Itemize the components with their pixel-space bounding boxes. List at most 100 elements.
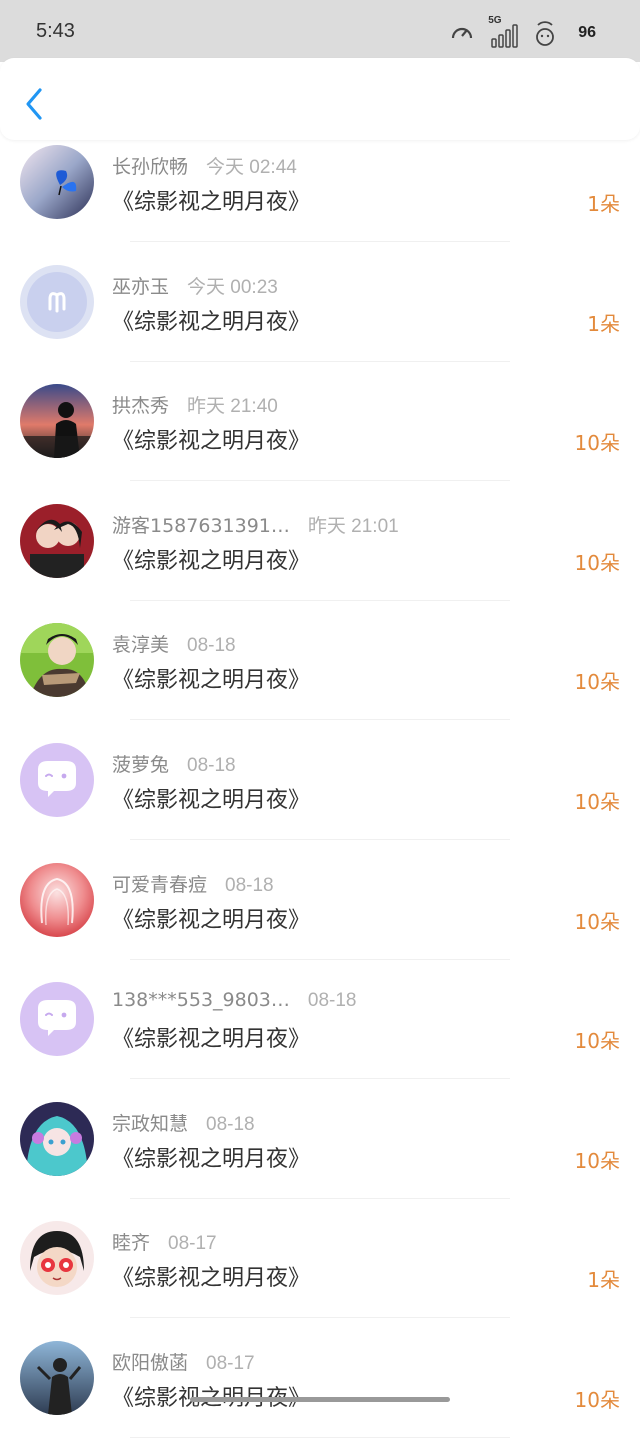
timestamp: 08-18	[307, 990, 357, 1012]
avatar[interactable]	[20, 503, 94, 578]
avatar[interactable]	[20, 1221, 94, 1296]
wifi-cat-icon	[532, 19, 558, 47]
user-name: 睦齐	[112, 1232, 151, 1255]
chevron-left-icon	[26, 88, 42, 120]
cartoon-girl-avatar	[20, 1221, 94, 1296]
user-meta: 宗政知慧 08-18	[112, 1109, 255, 1136]
list-item[interactable]: 宗政知慧 08-18 《综影视之明月夜》 10朵	[0, 1097, 640, 1217]
book-title: 《综影视之明月夜》	[112, 1266, 311, 1292]
flower-count: 10朵	[574, 1029, 620, 1054]
list-item[interactable]: 巫亦玉 今天 00:23 《综影视之明月夜》 1朵	[0, 260, 640, 380]
divider	[130, 1197, 510, 1199]
divider	[130, 719, 510, 721]
divider	[130, 1436, 510, 1438]
status-bar: 5:43 5G 96	[0, 0, 640, 62]
divider	[130, 480, 510, 482]
book-title: 《综影视之明月夜》	[112, 309, 311, 335]
divider	[130, 838, 510, 840]
flower-count: 10朵	[574, 789, 620, 814]
divider	[130, 599, 510, 601]
user-name: 138***553_9803…	[112, 989, 290, 1012]
back-button[interactable]	[20, 86, 48, 122]
person-sky-avatar	[20, 1340, 94, 1415]
miku-avatar	[20, 1101, 94, 1176]
avatar[interactable]	[20, 623, 94, 698]
signal-5g-icon: 5G	[488, 15, 518, 49]
user-name: 拱杰秀	[112, 395, 170, 418]
user-meta: 游客1587631391… 昨天 21:01	[112, 511, 399, 538]
divider	[130, 1078, 510, 1080]
book-title: 《综影视之明月夜》	[112, 1027, 311, 1053]
timestamp: 08-18	[187, 635, 236, 657]
timestamp: 08-18	[206, 1113, 255, 1135]
avatar[interactable]	[20, 145, 94, 219]
default-bubble-avatar	[20, 982, 94, 1057]
nav-bar	[0, 58, 640, 140]
flower-count: 10朵	[574, 550, 620, 575]
default-bubble-avatar	[20, 742, 94, 817]
flower-count: 10朵	[574, 1148, 620, 1173]
user-meta: 拱杰秀 昨天 21:40	[112, 391, 278, 418]
timestamp: 今天 00:23	[187, 276, 278, 298]
user-meta: 长孙欣畅 今天 02:44	[112, 152, 297, 179]
home-indicator	[190, 1397, 450, 1402]
flower-count: 10朵	[574, 1387, 620, 1412]
avatar[interactable]	[20, 742, 94, 817]
list-item[interactable]: 拱杰秀 昨天 21:40 《综影视之明月夜》 10朵	[0, 379, 640, 499]
flower-count: 1朵	[587, 311, 620, 336]
book-title: 《综影视之明月夜》	[112, 429, 311, 455]
flower-count: 10朵	[574, 431, 620, 456]
battery-level: 96	[578, 24, 596, 41]
speed-gauge-icon	[450, 21, 474, 45]
book-title: 《综影视之明月夜》	[112, 668, 311, 694]
user-name: 巫亦玉	[112, 275, 170, 298]
list-item[interactable]: 长孙欣畅 今天 02:44 《综影视之明月夜》 1朵	[0, 140, 640, 260]
user-name: 欧阳傲菡	[112, 1351, 189, 1374]
list-item[interactable]: 游客1587631391… 昨天 21:01 《综影视之明月夜》 10朵	[0, 499, 640, 619]
user-name: 游客1587631391…	[112, 514, 290, 537]
user-name: 菠萝兔	[112, 753, 170, 776]
user-meta: 菠萝兔 08-18	[112, 750, 236, 777]
divider	[130, 1317, 510, 1319]
book-title: 《综影视之明月夜》	[112, 548, 311, 574]
user-meta: 138***553_9803… 08-18	[112, 989, 357, 1012]
user-name: 袁淳美	[112, 634, 170, 657]
book-title: 《综影视之明月夜》	[112, 190, 311, 215]
user-name: 可爱青春痘	[112, 873, 208, 896]
book-title: 《综影视之明月夜》	[112, 787, 311, 813]
gift-record-list: 长孙欣畅 今天 02:44 《综影视之明月夜》 1朵 巫亦玉 今天 00:23 《综影视之明…	[0, 140, 640, 1456]
list-item[interactable]: 138***553_9803… 08-18 《综影视之明月夜》 10朵	[0, 977, 640, 1097]
avatar[interactable]	[20, 264, 94, 339]
list-item[interactable]: 睦齐 08-17 《综影视之明月夜》 1朵	[0, 1216, 640, 1336]
avatar[interactable]	[20, 1340, 94, 1415]
list-item[interactable]: 袁淳美 08-18 《综影视之明月夜》 10朵	[0, 618, 640, 738]
timestamp: 08-17	[168, 1233, 217, 1255]
list-item[interactable]: 可爱青春痘 08-18 《综影视之明月夜》 10朵	[0, 858, 640, 978]
timestamp: 今天 02:44	[206, 157, 297, 178]
battery-indicator: 96	[572, 24, 602, 42]
divider	[130, 241, 510, 242]
user-meta: 欧阳傲菡 08-17	[112, 1348, 255, 1375]
boy-scarf-avatar	[20, 623, 94, 698]
silhouette-sunset-avatar	[20, 384, 94, 459]
aries-avatar	[20, 264, 94, 339]
divider	[130, 958, 510, 960]
avatar[interactable]	[20, 862, 94, 937]
book-title: 《综影视之明月夜》	[112, 1146, 311, 1172]
divider	[130, 360, 510, 362]
flower-count: 1朵	[587, 192, 620, 216]
user-meta: 袁淳美 08-18	[112, 630, 236, 657]
user-name: 长孙欣畅	[112, 156, 189, 178]
list-item[interactable]: 菠萝兔 08-18 《综影视之明月夜》 10朵	[0, 738, 640, 858]
avatar[interactable]	[20, 1101, 94, 1176]
user-meta: 睦齐 08-17	[112, 1228, 217, 1255]
flower-count: 1朵	[587, 1268, 620, 1293]
book-title: 《综影视之明月夜》	[112, 1380, 310, 1412]
user-name: 宗政知慧	[112, 1112, 189, 1135]
list-item[interactable]: 欧阳傲菡 08-17 《综影视之明月夜》 10朵	[0, 1336, 640, 1456]
flower-count: 10朵	[574, 909, 620, 934]
avatar[interactable]	[20, 982, 94, 1057]
user-meta: 巫亦玉 今天 00:23	[112, 272, 278, 299]
avatar[interactable]	[20, 384, 94, 459]
pink-girl-avatar	[20, 862, 94, 937]
